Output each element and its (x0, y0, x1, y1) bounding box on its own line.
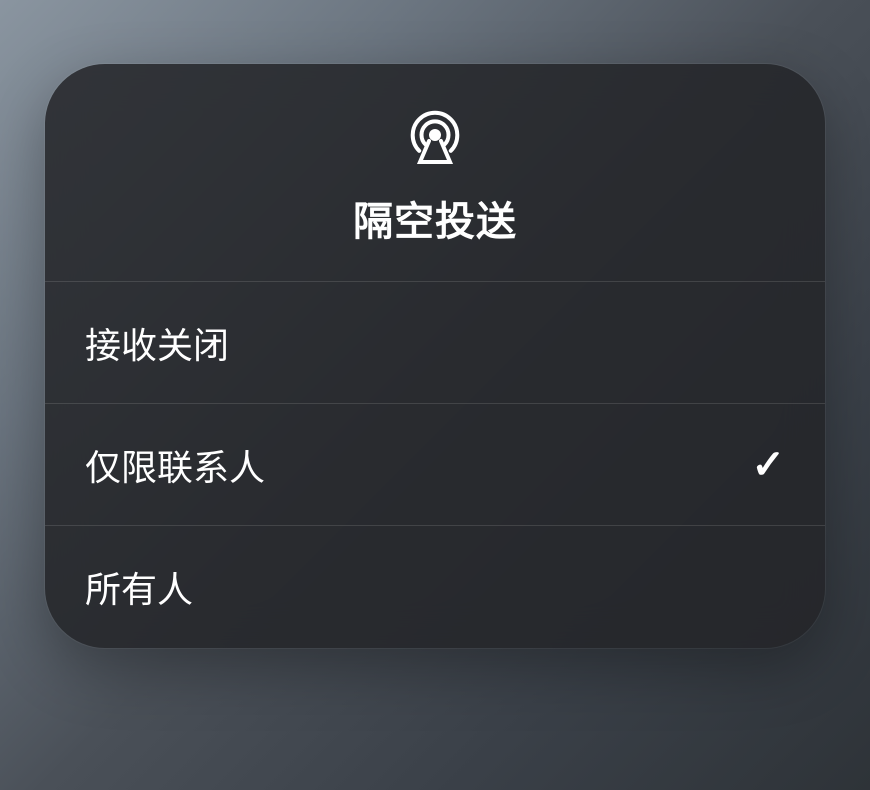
panel-title: 隔空投送 (353, 189, 517, 247)
option-label: 仅限联系人 (85, 439, 265, 491)
option-label: 所有人 (85, 561, 193, 613)
option-everyone[interactable]: 所有人 ✓ (45, 526, 825, 648)
option-list: 接收关闭 ✓ 仅限联系人 ✓ 所有人 ✓ (45, 282, 825, 648)
checkmark-icon: ✓ (751, 445, 785, 485)
option-contacts-only[interactable]: 仅限联系人 ✓ (45, 404, 825, 526)
airdrop-panel: 隔空投送 接收关闭 ✓ 仅限联系人 ✓ 所有人 ✓ (45, 64, 825, 648)
panel-header: 隔空投送 (45, 64, 825, 282)
option-receiving-off[interactable]: 接收关闭 ✓ (45, 282, 825, 404)
option-label: 接收关闭 (85, 317, 229, 369)
airdrop-icon (404, 104, 466, 171)
